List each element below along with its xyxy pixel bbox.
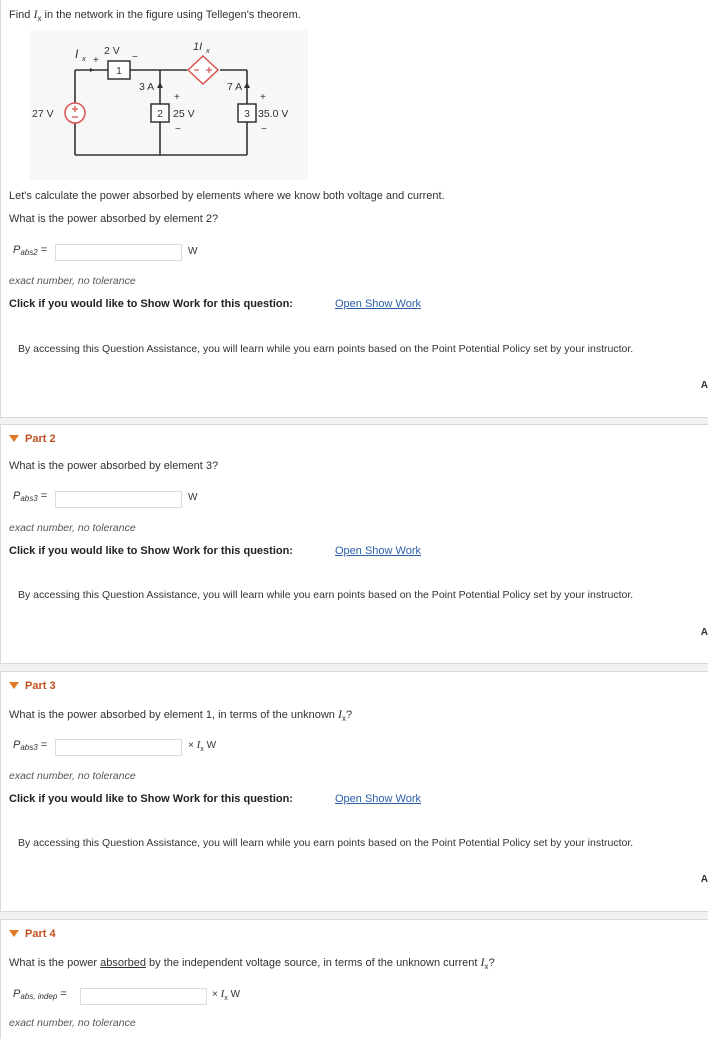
part-1-assist-text: By accessing this Question Assistance, y… bbox=[18, 343, 634, 355]
part-3-hint: exact number, no tolerance bbox=[9, 770, 136, 782]
part-3-question: What is the power absorbed by element 1,… bbox=[9, 707, 353, 724]
part-1-question: What is the power absorbed by element 2? bbox=[9, 213, 219, 225]
part-1-show-work-prompt: Click if you would like to Show Work for… bbox=[9, 298, 293, 310]
part-3-title[interactable]: Part 3 bbox=[9, 680, 56, 692]
part-2-answer-label: Pabs3 = bbox=[13, 490, 48, 503]
part-1-hint: exact number, no tolerance bbox=[9, 275, 136, 287]
collapse-triangle-icon bbox=[9, 682, 19, 689]
part-1-panel bbox=[0, 0, 708, 418]
part-3-open-show-work-link[interactable]: Open Show Work bbox=[335, 793, 421, 805]
part-1-answer-label: Pabs2 = bbox=[13, 244, 48, 257]
part-2-edge-label: A bbox=[700, 627, 708, 638]
part-3-show-work-prompt: Click if you would like to Show Work for… bbox=[9, 793, 293, 805]
part-4-hint: exact number, no tolerance bbox=[9, 1017, 136, 1029]
part-divider bbox=[0, 912, 708, 919]
part-2-unit: W bbox=[188, 492, 198, 503]
part-2-show-work-prompt: Click if you would like to Show Work for… bbox=[9, 545, 293, 557]
part-4-answer-label: Pabs, indep = bbox=[13, 988, 67, 1001]
part-1-unit: W bbox=[188, 246, 198, 257]
collapse-triangle-icon bbox=[9, 435, 19, 442]
part-3-answer-input[interactable] bbox=[55, 739, 182, 756]
part-2-title[interactable]: Part 2 bbox=[9, 433, 56, 445]
part-2-open-show-work-link[interactable]: Open Show Work bbox=[335, 545, 421, 557]
part-3-assist-text: By accessing this Question Assistance, y… bbox=[18, 837, 634, 849]
part-4-title[interactable]: Part 4 bbox=[9, 928, 56, 940]
part-2-question: What is the power absorbed by element 3? bbox=[9, 460, 219, 472]
part-divider bbox=[0, 664, 708, 671]
part-4-unit: × Ix W bbox=[212, 988, 241, 1002]
part-2-hint: exact number, no tolerance bbox=[9, 522, 136, 534]
part-4-question: What is the power absorbed by the indepe… bbox=[9, 955, 495, 972]
part-3-unit: × Ix W bbox=[188, 739, 217, 753]
part-3-edge-label: A bbox=[700, 874, 708, 885]
part-3-answer-label: Pabs3 = bbox=[13, 739, 48, 752]
part-2-answer-input[interactable] bbox=[55, 491, 182, 508]
collapse-triangle-icon bbox=[9, 930, 19, 937]
part-2-assist-text: By accessing this Question Assistance, y… bbox=[18, 589, 634, 601]
part-4-answer-input[interactable] bbox=[80, 988, 207, 1005]
part-1-answer-input[interactable] bbox=[55, 244, 182, 261]
part-1-open-show-work-link[interactable]: Open Show Work bbox=[335, 298, 421, 310]
part-1-edge-label: A bbox=[700, 380, 708, 391]
